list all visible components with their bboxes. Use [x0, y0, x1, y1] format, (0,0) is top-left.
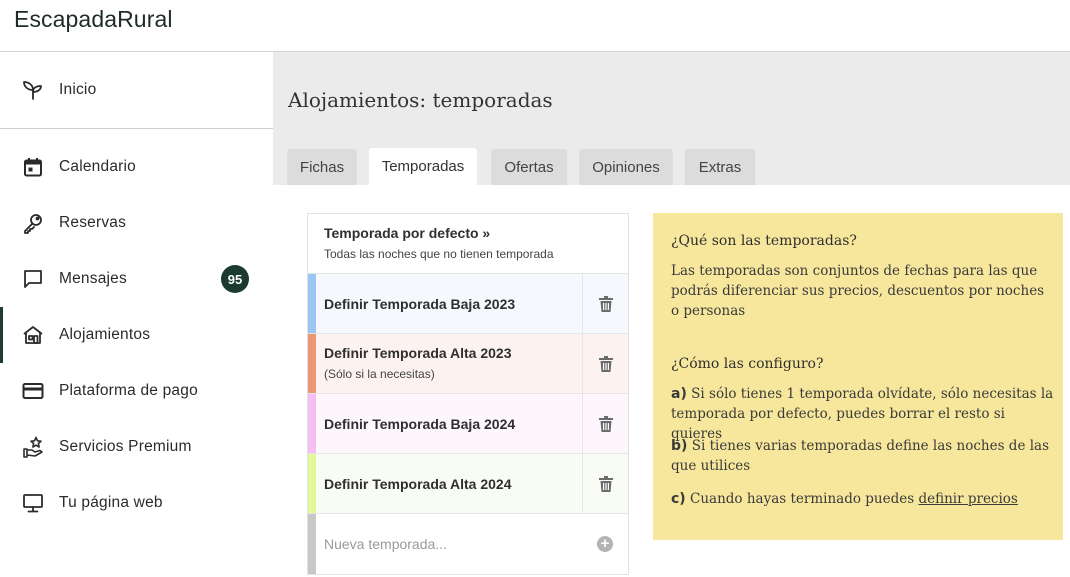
tab-fichas[interactable]: Fichas [287, 149, 357, 185]
credit-card-icon [22, 380, 44, 402]
season-color-stripe [308, 394, 316, 453]
sidebar-item-reservas[interactable]: Reservas [0, 195, 273, 251]
tab-extras[interactable]: Extras [685, 149, 755, 185]
sidebar-item-alojamientos[interactable]: Alojamientos [0, 307, 273, 363]
help-step-c: c) Cuando hayas terminado puedes definir… [671, 489, 1056, 509]
season-row[interactable]: Definir Temporada Alta 2024 [308, 454, 628, 514]
define-prices-link[interactable]: definir precios [918, 491, 1017, 507]
sidebar: Inicio Calendario Reservas Mensajes 95 A… [0, 52, 273, 577]
step-text: Cuando hayas terminado puedes [690, 491, 915, 507]
step-label: a) [671, 386, 687, 402]
delete-season-button[interactable] [582, 394, 628, 453]
sidebar-item-label: Inicio [59, 81, 97, 98]
sidebar-item-label: Calendario [59, 158, 136, 175]
delete-season-button[interactable] [582, 454, 628, 513]
season-name[interactable]: Definir Temporada Alta 2024 [324, 476, 512, 492]
new-season-input[interactable]: Nueva temporada... [324, 536, 447, 552]
sidebar-item-label: Reservas [59, 214, 127, 231]
default-season-row[interactable]: Temporada por defecto » Todas las noches… [308, 214, 628, 274]
season-color-stripe [308, 514, 316, 574]
help-step-b: b) Si tienes varias temporadas define la… [671, 436, 1056, 476]
sidebar-item-label: Alojamientos [59, 326, 151, 343]
help-step-a: a) Si sólo tienes 1 temporada olvídate, … [671, 384, 1056, 444]
delete-season-button[interactable] [582, 274, 628, 333]
help-heading-what: ¿Qué son las temporadas? [671, 233, 857, 249]
chat-icon [22, 268, 44, 290]
step-text: Si sólo tienes 1 temporada olvídate, sól… [671, 386, 1054, 442]
sidebar-item-label: Servicios Premium [59, 438, 192, 455]
season-color-stripe [308, 274, 316, 333]
help-heading-how: ¿Cómo las configuro? [671, 356, 824, 372]
season-note: (Sólo si la necesitas) [324, 367, 435, 381]
step-label: b) [671, 438, 688, 454]
sidebar-item-tu-pagina-web[interactable]: Tu página web [0, 475, 273, 531]
page-title: Alojamientos: temporadas [288, 88, 553, 112]
sidebar-item-label: Plataforma de pago [59, 382, 198, 399]
key-icon [22, 212, 44, 234]
message-count-badge: 95 [221, 265, 249, 293]
sidebar-item-label: Tu página web [59, 494, 163, 511]
trash-icon [598, 355, 613, 372]
calendar-icon [22, 156, 44, 178]
new-season-row[interactable]: Nueva temporada... + [308, 514, 628, 574]
tab-ofertas[interactable]: Ofertas [491, 149, 567, 185]
step-label: c) [671, 491, 686, 507]
brand-logo[interactable]: EscapadaRural [14, 6, 173, 33]
monitor-icon [22, 492, 44, 514]
delete-season-button[interactable] [582, 334, 628, 393]
help-text-what: Las temporadas son conjuntos de fechas p… [671, 263, 1045, 319]
add-season-icon[interactable]: + [597, 536, 613, 552]
season-color-stripe [308, 454, 316, 513]
season-row[interactable]: Definir Temporada Baja 2023 [308, 274, 628, 334]
step-text: Si tienes varias temporadas define las n… [671, 438, 1050, 474]
sidebar-item-label: Mensajes [59, 270, 127, 287]
sidebar-divider [0, 128, 273, 129]
season-name[interactable]: Definir Temporada Baja 2023 [324, 296, 515, 312]
sidebar-item-plataforma-de-pago[interactable]: Plataforma de pago [0, 363, 273, 419]
sidebar-item-mensajes[interactable]: Mensajes 95 [0, 251, 273, 307]
season-row[interactable]: Definir Temporada Baja 2024 [308, 394, 628, 454]
season-name[interactable]: Definir Temporada Alta 2023 [324, 345, 512, 361]
sprout-icon [22, 79, 44, 101]
tab-opiniones[interactable]: Opiniones [579, 149, 673, 185]
premium-star-icon [22, 436, 44, 458]
main-panel: Alojamientos: temporadas Fichas Temporad… [273, 52, 1070, 577]
sidebar-item-calendario[interactable]: Calendario [0, 139, 273, 195]
trash-icon [598, 415, 613, 432]
default-season-description: Todas las noches que no tienen temporada [324, 247, 554, 261]
tab-content: Temporada por defecto » Todas las noches… [273, 185, 1070, 577]
help-panel: ¿Qué son las temporadas? Las temporadas … [653, 213, 1063, 540]
top-bar: EscapadaRural [0, 0, 1070, 52]
default-season-name[interactable]: Temporada por defecto » [324, 225, 490, 241]
sidebar-item-servicios-premium[interactable]: Servicios Premium [0, 419, 273, 475]
sidebar-item-inicio[interactable]: Inicio [0, 62, 273, 118]
tab-temporadas[interactable]: Temporadas [369, 148, 477, 185]
season-row[interactable]: Definir Temporada Alta 2023 (Sólo si la … [308, 334, 628, 394]
season-name[interactable]: Definir Temporada Baja 2024 [324, 416, 515, 432]
seasons-list: Temporada por defecto » Todas las noches… [307, 213, 629, 575]
house-icon [22, 324, 44, 346]
season-color-stripe [308, 334, 316, 393]
trash-icon [598, 295, 613, 312]
trash-icon [598, 475, 613, 492]
